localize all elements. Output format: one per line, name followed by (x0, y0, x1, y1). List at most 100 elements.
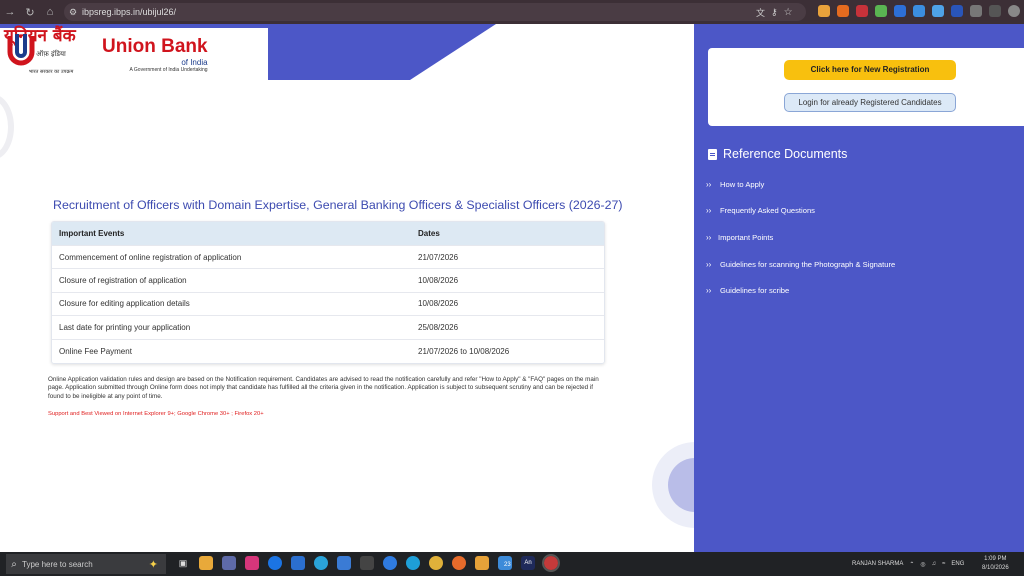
url-text: ibpsreg.ibps.in/ubijul26/ (82, 7, 177, 17)
task-view-icon[interactable]: ▣ (176, 556, 190, 570)
app-icon[interactable] (337, 556, 351, 570)
chevron-right-icon: ›› (706, 232, 712, 242)
header-banner: यूनियन बैंक ऑफ़ इंडिया भारत सरकार का उपक… (0, 24, 694, 80)
table-row: Last date for printing your application … (52, 316, 604, 340)
reference-link-important-points[interactable]: ›› Important Points (706, 224, 1006, 251)
clock-date: 8/10/2026 (982, 565, 1009, 571)
bookmark-star-icon[interactable]: ☆ (784, 7, 793, 18)
instagram-icon[interactable] (245, 556, 259, 570)
sparkle-icon: ✦ (148, 558, 158, 571)
taskbar-apps: ▣ 23 An (176, 554, 560, 572)
chevron-up-icon[interactable]: ⌃ (909, 561, 914, 568)
page-content: यूनियन बैंक ऑफ़ इंडिया भारत सरकार का उपक… (0, 24, 1024, 552)
firefox-icon[interactable] (452, 556, 466, 570)
registration-card: Click here for New Registration Login fo… (708, 48, 1024, 126)
file-explorer-icon[interactable] (199, 556, 213, 570)
reference-link-scribe-guidelines[interactable]: ›› Guidelines for scribe (706, 277, 1006, 304)
taskbar-search-placeholder: Type here to search (22, 559, 93, 569)
chevron-right-icon: ›› (706, 179, 712, 189)
notice-text: Online Application validation rules and … (48, 376, 599, 400)
date-cell: 21/07/2026 to 10/08/2026 (418, 346, 510, 356)
date-cell: 25/08/2026 (418, 322, 459, 332)
site-info-icon[interactable]: ⚙ (64, 7, 82, 18)
event-cell: Online Fee Payment (59, 346, 132, 356)
event-cell: Last date for printing your application (59, 322, 191, 332)
extension-icon[interactable] (875, 5, 887, 17)
store-icon[interactable] (222, 556, 236, 570)
column-header-events: Important Events (59, 229, 125, 238)
table-header-row: Important Events Dates (52, 222, 604, 246)
chrome-active-icon[interactable] (542, 554, 560, 572)
telegram-icon[interactable] (314, 556, 328, 570)
network-icon[interactable]: ◎ (920, 561, 925, 568)
reference-link-label: How to Apply (720, 179, 765, 189)
reference-link-label: Frequently Asked Questions (720, 206, 815, 216)
reference-link-label: Guidelines for scribe (720, 286, 790, 296)
home-icon[interactable]: ⌂ (40, 0, 60, 24)
reference-link-photo-guidelines[interactable]: ›› Guidelines for scanning the Photograp… (706, 251, 1006, 278)
reference-link-faq[interactable]: ›› Frequently Asked Questions (706, 198, 1006, 225)
reference-documents-heading: Reference Documents (708, 147, 847, 161)
browser-toolbar: → ↻ ⌂ ⚙ ibpsreg.ibps.in/ubijul26/ 文 ⚷ ☆ … (0, 0, 1024, 24)
wifi-icon[interactable]: ≈ (942, 561, 945, 567)
document-icon (708, 148, 717, 160)
password-key-icon[interactable]: ⚷ (771, 7, 778, 18)
page-title: Recruitment of Officers with Domain Expe… (53, 198, 623, 212)
important-events-table: Important Events Dates Commencement of o… (51, 221, 605, 364)
app-icon[interactable]: 23 (498, 556, 512, 570)
language-indicator[interactable]: ENG (951, 561, 964, 567)
volume-icon[interactable]: ♫ (932, 561, 937, 567)
reference-link-label: Important Points (718, 232, 774, 242)
back-icon[interactable]: → (0, 0, 20, 24)
app-icon[interactable] (383, 556, 397, 570)
translate-icon[interactable]: 文 (756, 6, 765, 19)
reference-documents-list: ›› How to Apply ›› Frequently Asked Ques… (706, 171, 1006, 304)
date-cell: 10/08/2026 (418, 276, 459, 286)
table-row: Closure for editing application details … (52, 293, 604, 317)
extension-icon[interactable] (837, 5, 849, 17)
chevron-right-icon: ›› (706, 259, 712, 269)
edge-icon[interactable] (406, 556, 420, 570)
login-button[interactable]: Login for already Registered Candidates (784, 93, 956, 112)
app-icon[interactable] (360, 556, 374, 570)
table-row: Online Fee Payment 21/07/2026 to 10/08/2… (52, 340, 604, 363)
extension-icon[interactable] (894, 5, 906, 17)
taskbar-search[interactable]: ⌕ Type here to search ✦ (6, 554, 166, 574)
extension-icon[interactable] (913, 5, 925, 17)
decorative-circle (0, 94, 14, 160)
reload-icon[interactable]: ↻ (20, 0, 40, 24)
reference-link-how-to-apply[interactable]: ›› How to Apply (706, 171, 1006, 198)
extensions-bar: ⋮ (818, 5, 1024, 19)
search-icon: ⌕ (11, 558, 17, 570)
event-cell: Closure of registration of application (59, 276, 187, 286)
app-badge-count: 23 (504, 562, 511, 568)
extension-icon[interactable] (856, 5, 868, 17)
clock-time: 1:09 PM (984, 556, 1007, 562)
logo-english-sub: of India (181, 57, 208, 67)
extensions-puzzle-icon[interactable] (970, 5, 982, 17)
chevron-right-icon: ›› (706, 206, 712, 216)
app-icon[interactable]: An (521, 556, 535, 570)
main-content: यूनियन बैंक ऑफ़ इंडिया भारत सरकार का उपक… (0, 24, 738, 552)
column-header-dates: Dates (418, 229, 440, 238)
extension-icon[interactable] (818, 5, 830, 17)
date-cell: 21/07/2026 (418, 252, 459, 262)
user-name: RANJAN SHARMA (852, 561, 904, 567)
extension-icon[interactable] (932, 5, 944, 17)
extension-icon[interactable] (951, 5, 963, 17)
union-bank-emblem-icon (7, 34, 35, 66)
new-registration-button[interactable]: Click here for New Registration (784, 60, 956, 80)
event-cell: Commencement of online registration of a… (59, 252, 242, 262)
logo-english-name: Union Bank (102, 35, 208, 57)
date-cell: 10/08/2026 (418, 299, 459, 309)
profile-avatar[interactable] (1008, 5, 1020, 17)
taskbar-clock[interactable]: 1:09 PM 8/10/2026 (982, 555, 1009, 573)
facebook-icon[interactable] (268, 556, 282, 570)
address-bar[interactable]: ⚙ ibpsreg.ibps.in/ubijul26/ (64, 3, 806, 21)
reference-link-label: Guidelines for scanning the Photograph &… (720, 259, 896, 269)
app-icon[interactable] (475, 556, 489, 570)
mail-icon[interactable] (291, 556, 305, 570)
sidebar-icon[interactable] (989, 5, 1001, 17)
chrome-icon[interactable] (429, 556, 443, 570)
reference-documents-title: Reference Documents (723, 147, 848, 161)
